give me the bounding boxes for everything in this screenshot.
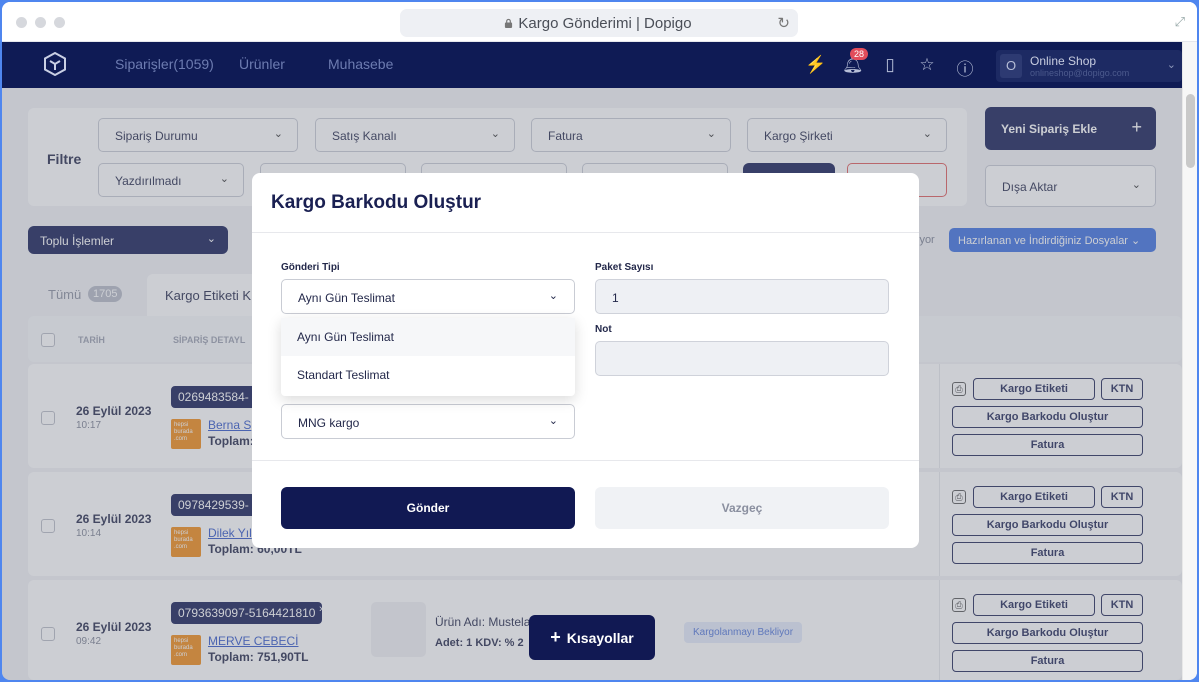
divider	[252, 232, 919, 233]
shipment-type-value: Aynı Gün Teslimat	[298, 291, 395, 305]
option-standard[interactable]: Standart Teslimat	[281, 356, 575, 394]
fullscreen-icon[interactable]: ⤢	[1175, 14, 1185, 30]
chevron-down-icon: ⌄	[548, 290, 558, 302]
plus-icon: +	[550, 627, 561, 647]
plug-icon[interactable]: ⚡	[805, 55, 826, 75]
cancel-button[interactable]: Vazgeç	[595, 487, 889, 529]
note-label: Not	[595, 324, 612, 335]
top-navbar: Siparişler(1059) Ürünler Muhasebe ⚡ 🔔︎ 2…	[2, 42, 1182, 88]
nav-link-accounting[interactable]: Muhasebe	[328, 56, 393, 72]
package-count-label: Paket Sayısı	[595, 262, 654, 273]
shop-name: Online Shop	[1030, 54, 1097, 68]
address-bar[interactable]: Kargo Gönderimi | Dopigo ↻	[400, 9, 798, 37]
nav-link-products[interactable]: Ürünler	[239, 56, 285, 72]
shipment-type-dropdown: Aynı Gün Teslimat Standart Teslimat	[281, 318, 575, 396]
window-close-dot[interactable]	[16, 17, 27, 28]
scrollbar-thumb[interactable]	[1186, 94, 1195, 168]
option-same-day[interactable]: Aynı Gün Teslimat	[281, 318, 575, 356]
shipment-type-select[interactable]: Aynı Gün Teslimat ⌄	[281, 279, 575, 314]
lock-icon	[504, 18, 513, 28]
divider	[252, 460, 919, 461]
shop-account-menu[interactable]: O Online Shop onlineshop@dopigo.com ⌄	[996, 50, 1182, 82]
browser-toolbar: Kargo Gönderimi | Dopigo ↻ ⤢	[2, 2, 1197, 42]
help-icon[interactable]: ⓘ	[955, 55, 975, 79]
submit-button[interactable]: Gönder	[281, 487, 575, 529]
page-title: Kargo Gönderimi | Dopigo	[518, 14, 692, 32]
page-scrollbar[interactable]	[1182, 42, 1197, 680]
avatar: O	[1000, 54, 1022, 78]
shortcuts-label: Kısayollar	[566, 630, 634, 646]
shortcuts-button[interactable]: + Kısayollar	[529, 615, 655, 660]
dopigo-logo-icon[interactable]	[44, 52, 66, 76]
chevron-down-icon: ⌄	[1166, 59, 1176, 71]
modal-title: Kargo Barkodu Oluştur	[271, 192, 482, 213]
book-icon[interactable]: ▯	[880, 55, 900, 75]
nav-link-orders[interactable]: Siparişler(1059)	[115, 56, 214, 72]
reload-icon[interactable]: ↻	[777, 14, 790, 32]
shipment-type-label: Gönderi Tipi	[281, 262, 340, 273]
window-zoom-dot[interactable]	[54, 17, 65, 28]
chevron-down-icon: ⌄	[548, 415, 558, 427]
create-barcode-modal: Kargo Barkodu Oluştur Gönderi Tipi Aynı …	[252, 173, 919, 548]
cargo-company-value: MNG kargo	[298, 416, 360, 430]
notification-badge: 28	[850, 48, 869, 60]
note-input[interactable]	[595, 341, 889, 376]
browser-window: Kargo Gönderimi | Dopigo ↻ ⤢ Siparişler(…	[2, 2, 1197, 680]
cargo-company-select[interactable]: MNG kargo ⌄	[281, 404, 575, 439]
package-count-input[interactable]: 1	[595, 279, 889, 314]
star-icon[interactable]: ☆	[917, 55, 937, 75]
window-minimize-dot[interactable]	[35, 17, 46, 28]
shop-email: onlineshop@dopigo.com	[1030, 68, 1130, 78]
